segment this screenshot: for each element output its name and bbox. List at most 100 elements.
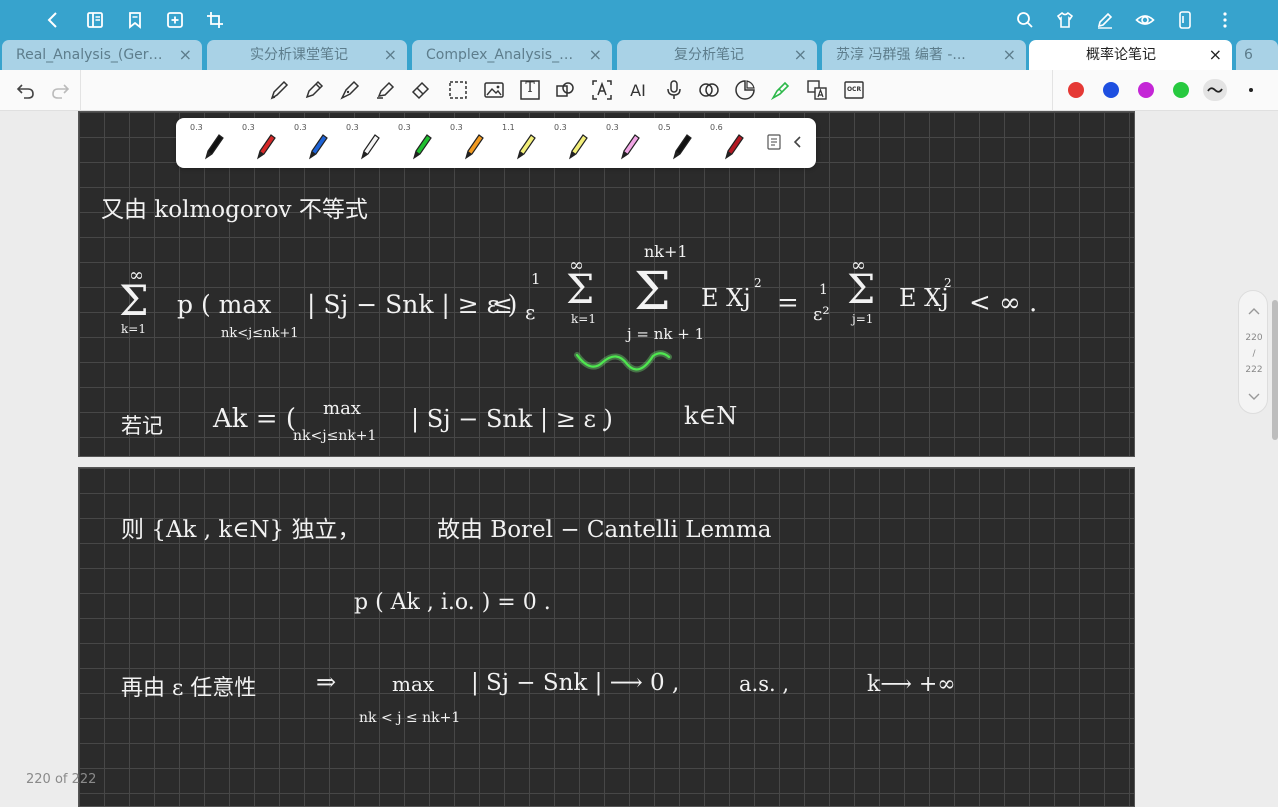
handwritten-formula: E Xj <box>899 284 949 312</box>
tab-su-chun-book[interactable]: 苏淳 冯群强 编著 -... × <box>822 40 1026 70</box>
undo-icon[interactable] <box>14 78 38 102</box>
highlighter-icon[interactable] <box>373 78 397 102</box>
pen-preset[interactable]: 0.3 <box>236 118 288 168</box>
color-swatch-green[interactable] <box>1173 82 1189 98</box>
pen-icon[interactable] <box>1094 9 1116 31</box>
handwritten-symbol: 1 <box>819 282 828 298</box>
tab-label: Complex_Analysis_(... <box>426 47 576 63</box>
chevron-down-icon[interactable] <box>1246 389 1262 405</box>
pen-icon <box>568 134 588 160</box>
color-swatch-red[interactable] <box>1068 82 1084 98</box>
handwritten-formula: nk<j≤nk+1 <box>293 428 377 444</box>
ai-icon[interactable]: AI <box>625 78 651 102</box>
handwritten-formula: Ak = ( <box>213 404 296 434</box>
pen-tool-icon[interactable] <box>267 78 291 102</box>
page-separator: / <box>1252 349 1256 359</box>
pen-preset[interactable]: 0.3 <box>444 118 496 168</box>
pen-preset[interactable]: 0.3 <box>392 118 444 168</box>
link-icon[interactable] <box>697 78 721 102</box>
laser-pointer-icon[interactable] <box>769 78 793 102</box>
pen-icon <box>724 134 744 160</box>
fountain-pen-icon[interactable] <box>338 78 362 102</box>
chevron-up-icon[interactable] <box>1246 303 1262 319</box>
note-page-221[interactable]: 则 {Ak , k∈N} 独立， 故由 Borel − Cantelli Lem… <box>78 467 1135 807</box>
handwritten-symbol: 2 <box>754 276 762 290</box>
pen-preset[interactable]: 0.3 <box>340 118 392 168</box>
handwritten-formula: k⟶ +∞ <box>867 672 956 697</box>
tab-overflow-count[interactable]: 6 <box>1236 40 1278 70</box>
pen-icon <box>360 134 380 160</box>
handwritten-symbol: Σ <box>634 262 671 322</box>
outline-icon[interactable] <box>84 9 106 31</box>
back-icon[interactable] <box>42 9 64 31</box>
stroke-style-button[interactable] <box>1203 79 1227 101</box>
crop-icon[interactable] <box>204 9 226 31</box>
translate-icon[interactable] <box>805 78 829 102</box>
more-icon[interactable] <box>1214 9 1236 31</box>
pen-tray-settings-icon[interactable] <box>766 133 782 151</box>
pen-icon <box>308 134 328 160</box>
pen-preset[interactable]: 1.1 <box>496 118 548 168</box>
shirt-icon[interactable] <box>1054 9 1076 31</box>
pen-preset[interactable]: 0.3 <box>184 118 236 168</box>
handwritten-formula: | Sj − Snk | ≥ ε ) <box>307 290 518 319</box>
handwritten-formula: nk < j ≤ nk+1 <box>359 710 461 726</box>
drawing-toolbar: T AI OCR <box>0 70 1278 111</box>
color-swatch-blue[interactable] <box>1103 82 1119 98</box>
ocr-icon[interactable]: OCR <box>842 78 866 102</box>
text-box-icon[interactable]: T <box>518 78 542 102</box>
tab-label: 6 <box>1244 47 1253 63</box>
handwritten-formula: max <box>323 398 361 419</box>
handwritten-symbol: 1 <box>531 270 541 288</box>
tab-label: Real_Analysis_(Gera... <box>16 47 166 63</box>
text-recognize-icon[interactable] <box>590 78 614 102</box>
pen-preset[interactable]: 0.5 <box>652 118 704 168</box>
collapse-chevron-icon[interactable] <box>790 133 806 151</box>
tab-complex-analysis[interactable]: Complex_Analysis_(... × <box>412 40 612 70</box>
lasso-icon[interactable] <box>446 78 470 102</box>
handwritten-formula: E Xj <box>701 284 751 312</box>
close-icon[interactable]: × <box>794 40 807 70</box>
eraser-icon[interactable] <box>409 78 433 102</box>
add-page-icon[interactable] <box>164 9 186 31</box>
tab-label: 实分析课堂笔记 <box>250 47 348 63</box>
handwritten-line: 若记 <box>121 414 163 438</box>
pen-preset[interactable]: 0.3 <box>548 118 600 168</box>
sidebar-drag-handle[interactable] <box>1272 300 1278 440</box>
pen-tray: 0.3 0.3 0.3 0.3 0.3 0.3 1.1 0.3 0.3 0.5 0.6 <box>176 118 816 168</box>
pencil-tool-icon[interactable] <box>302 78 326 102</box>
color-swatch-purple[interactable] <box>1138 82 1154 98</box>
page-navigator[interactable]: 220 / 222 <box>1238 290 1268 414</box>
search-icon[interactable] <box>1014 9 1036 31</box>
tab-label: 概率论笔记 <box>1086 47 1156 63</box>
handwritten-symbol: j=1 <box>852 312 874 326</box>
bookmark-icon[interactable] <box>124 9 146 31</box>
shape-icon[interactable] <box>553 78 577 102</box>
close-icon[interactable]: × <box>1209 40 1222 70</box>
stroke-size-dot[interactable] <box>1249 88 1253 92</box>
handwritten-line: 又由 kolmogorov 不等式 <box>101 197 368 223</box>
image-icon[interactable] <box>482 78 506 102</box>
tab-probability-notes[interactable]: 概率论笔记 × <box>1029 40 1232 70</box>
close-icon[interactable]: × <box>1003 40 1016 70</box>
pen-icon <box>516 134 536 160</box>
sticker-icon[interactable] <box>733 78 757 102</box>
tab-complex-analysis-notes[interactable]: 复分析笔记 × <box>617 40 817 70</box>
tab-bar: Real_Analysis_(Gera... × 实分析课堂笔记 × Compl… <box>0 40 1278 70</box>
tab-real-analysis-notes[interactable]: 实分析课堂笔记 × <box>207 40 407 70</box>
pen-preset[interactable]: 0.3 <box>600 118 652 168</box>
pen-preset[interactable]: 0.6 <box>704 118 756 168</box>
pen-preset[interactable]: 0.3 <box>288 118 340 168</box>
close-icon[interactable]: × <box>589 40 602 70</box>
handwritten-formula: < ∞ . <box>969 288 1038 318</box>
close-icon[interactable]: × <box>384 40 397 70</box>
pen-icon <box>256 134 276 160</box>
handwritten-symbol: . <box>601 412 608 437</box>
microphone-icon[interactable] <box>662 78 686 102</box>
tab-real-analysis[interactable]: Real_Analysis_(Gera... × <box>2 40 202 70</box>
handwritten-symbol: k=1 <box>571 312 596 326</box>
close-icon[interactable]: × <box>179 40 192 70</box>
phone-icon[interactable] <box>1174 9 1196 31</box>
redo-icon[interactable] <box>48 78 72 102</box>
eye-icon[interactable] <box>1134 9 1156 31</box>
